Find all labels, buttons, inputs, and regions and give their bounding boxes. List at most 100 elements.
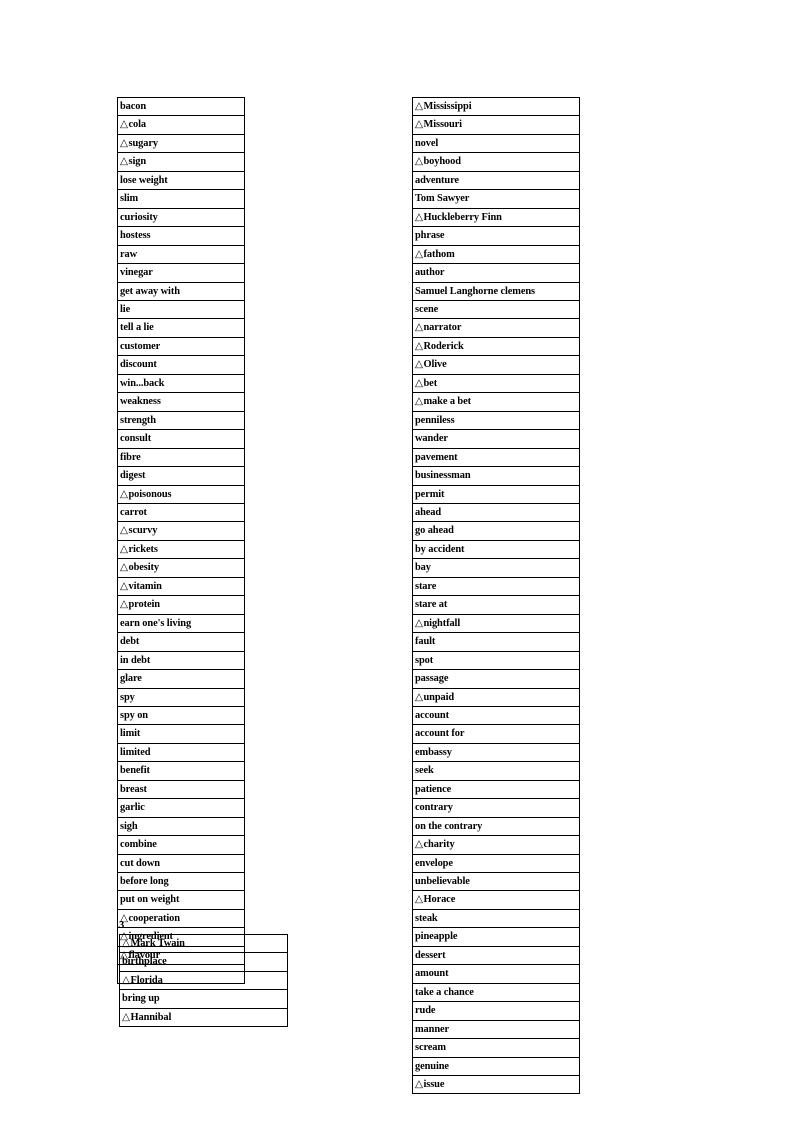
table-row: △Mississippi — [412, 96, 580, 117]
vocabulary-entry-text: limit — [120, 728, 141, 740]
table-row: △Roderick — [412, 336, 580, 357]
table-row: get away with — [117, 281, 245, 301]
vocabulary-table-left-part2: △Mark Twain birthplace △Florida bring up △Ha… — [119, 933, 288, 1028]
vocabulary-entry: spy — [117, 687, 245, 707]
vocabulary-entry-text: obesity — [128, 562, 160, 574]
table-row: businessman — [412, 466, 580, 486]
vocabulary-entry: before long — [117, 872, 245, 892]
table-row: adventure — [412, 170, 580, 191]
vocabulary-entry-text: debt — [120, 636, 140, 648]
table-row: △Missouri — [412, 115, 580, 135]
triangle-new-word-marker: △ — [415, 377, 423, 389]
vocabulary-entry: consult — [117, 429, 245, 449]
vocabulary-entry: scene — [412, 299, 580, 320]
vocabulary-table-left-part1: bacon △cola △sugary △sign lose weight slim cur… — [117, 96, 245, 984]
table-row: pavement — [412, 447, 580, 468]
table-row: spot — [412, 650, 580, 671]
triangle-new-word-marker: △ — [415, 691, 423, 703]
table-row: go ahead — [412, 521, 580, 541]
table-row: △sugary — [117, 133, 245, 154]
table-row: patience — [412, 779, 580, 800]
vocabulary-entry: glare — [117, 669, 245, 689]
table-row: stare at — [412, 595, 580, 615]
table-row: spy — [117, 687, 245, 707]
vocabulary-entry: account for — [412, 724, 580, 744]
vocabulary-entry-text: Roderick — [423, 340, 464, 352]
table-row: △bet — [412, 373, 580, 394]
vocabulary-entry-text: sign — [128, 156, 147, 168]
vocabulary-entry: take a chance — [412, 982, 580, 1003]
table-row: tell a lie — [117, 318, 245, 338]
triangle-new-word-marker: △ — [122, 974, 130, 986]
vocabulary-entry: contrary — [412, 798, 580, 818]
table-row: fibre — [117, 447, 245, 468]
table-row: on the contrary — [412, 816, 580, 837]
vocabulary-entry-text: Tom Sawyer — [415, 193, 470, 205]
vocabulary-entry-text: take a chance — [415, 986, 474, 998]
vocabulary-entry-text: in debt — [120, 654, 151, 666]
vocabulary-entry-text: pineapple — [415, 931, 458, 943]
vocabulary-entry-text: limited — [120, 746, 151, 758]
vocabulary-entry-text: nightfall — [423, 617, 461, 629]
vocabulary-entry: △narrator — [412, 318, 580, 338]
table-row: △cooperation — [117, 908, 245, 929]
triangle-new-word-marker: △ — [415, 340, 423, 352]
vocabulary-entry-text: breast — [120, 783, 147, 795]
vocabulary-entry-text: permit — [415, 488, 445, 500]
vocabulary-entry: limited — [117, 742, 245, 763]
vocabulary-entry: △vitamin — [117, 576, 245, 597]
table-row: phrase — [412, 226, 580, 246]
table-row: author — [412, 263, 580, 283]
table-row: in debt — [117, 650, 245, 671]
vocabulary-entry-text: protein — [128, 599, 161, 611]
vocabulary-entry-text: discount — [120, 359, 157, 371]
vocabulary-entry-text: Missouri — [423, 119, 463, 131]
table-row: Tom Sawyer — [412, 189, 580, 209]
vocabulary-entry: go ahead — [412, 521, 580, 541]
vocabulary-entry: stare at — [412, 595, 580, 615]
vocabulary-entry: passage — [412, 669, 580, 689]
vocabulary-entry: debt — [117, 632, 245, 652]
triangle-new-word-marker: △ — [120, 599, 128, 611]
vocabulary-entry-text: Mississippi — [423, 101, 472, 112]
vocabulary-entry-text: scream — [415, 1042, 446, 1054]
vocabulary-entry: △Olive — [412, 355, 580, 375]
triangle-new-word-marker: △ — [415, 396, 423, 408]
vocabulary-entry: △Huckleberry Finn — [412, 207, 580, 228]
vocabulary-entry-text: consult — [120, 433, 152, 445]
vocabulary-entry: combine — [117, 835, 245, 855]
triangle-new-word-marker: △ — [415, 248, 423, 260]
vocabulary-entry: by accident — [412, 539, 580, 560]
vocabulary-entry: △sugary — [117, 133, 245, 154]
vocabulary-entry-text: garlic — [120, 802, 145, 814]
table-row: breast — [117, 779, 245, 800]
triangle-new-word-marker: △ — [415, 894, 423, 906]
vocabulary-entry: △scurvy — [117, 521, 245, 541]
vocabulary-entry: spot — [412, 650, 580, 671]
table-row: spy on — [117, 705, 245, 726]
vocabulary-entry-text: digest — [120, 470, 146, 482]
table-row: △Olive — [412, 355, 580, 375]
vocabulary-entry-text: businessman — [415, 470, 471, 482]
vocabulary-entry: penniless — [412, 410, 580, 431]
vocabulary-entry: △boyhood — [412, 152, 580, 172]
triangle-new-word-marker: △ — [122, 938, 130, 949]
vocabulary-entry: benefit — [117, 761, 245, 781]
vocabulary-entry: rude — [412, 1001, 580, 1021]
table-row: discount — [117, 355, 245, 375]
vocabulary-entry-text: win...back — [120, 377, 165, 389]
table-row: pineapple — [412, 927, 580, 947]
vocabulary-entry: △issue — [412, 1075, 580, 1095]
vocabulary-entry: weakness — [117, 392, 245, 412]
vocabulary-entry: genuine — [412, 1056, 580, 1077]
vocabulary-entry: discount — [117, 355, 245, 375]
vocabulary-entry-text: benefit — [120, 765, 150, 777]
vocabulary-entry-text: envelope — [415, 857, 453, 869]
vocabulary-entry-text: hostess — [120, 230, 151, 242]
vocabulary-entry-text: unpaid — [423, 691, 455, 703]
vocabulary-entry: permit — [412, 484, 580, 504]
vocabulary-entry: garlic — [117, 798, 245, 818]
vocabulary-entry-text: wander — [415, 433, 448, 445]
vocabulary-entry: hostess — [117, 226, 245, 246]
triangle-new-word-marker: △ — [120, 562, 128, 574]
